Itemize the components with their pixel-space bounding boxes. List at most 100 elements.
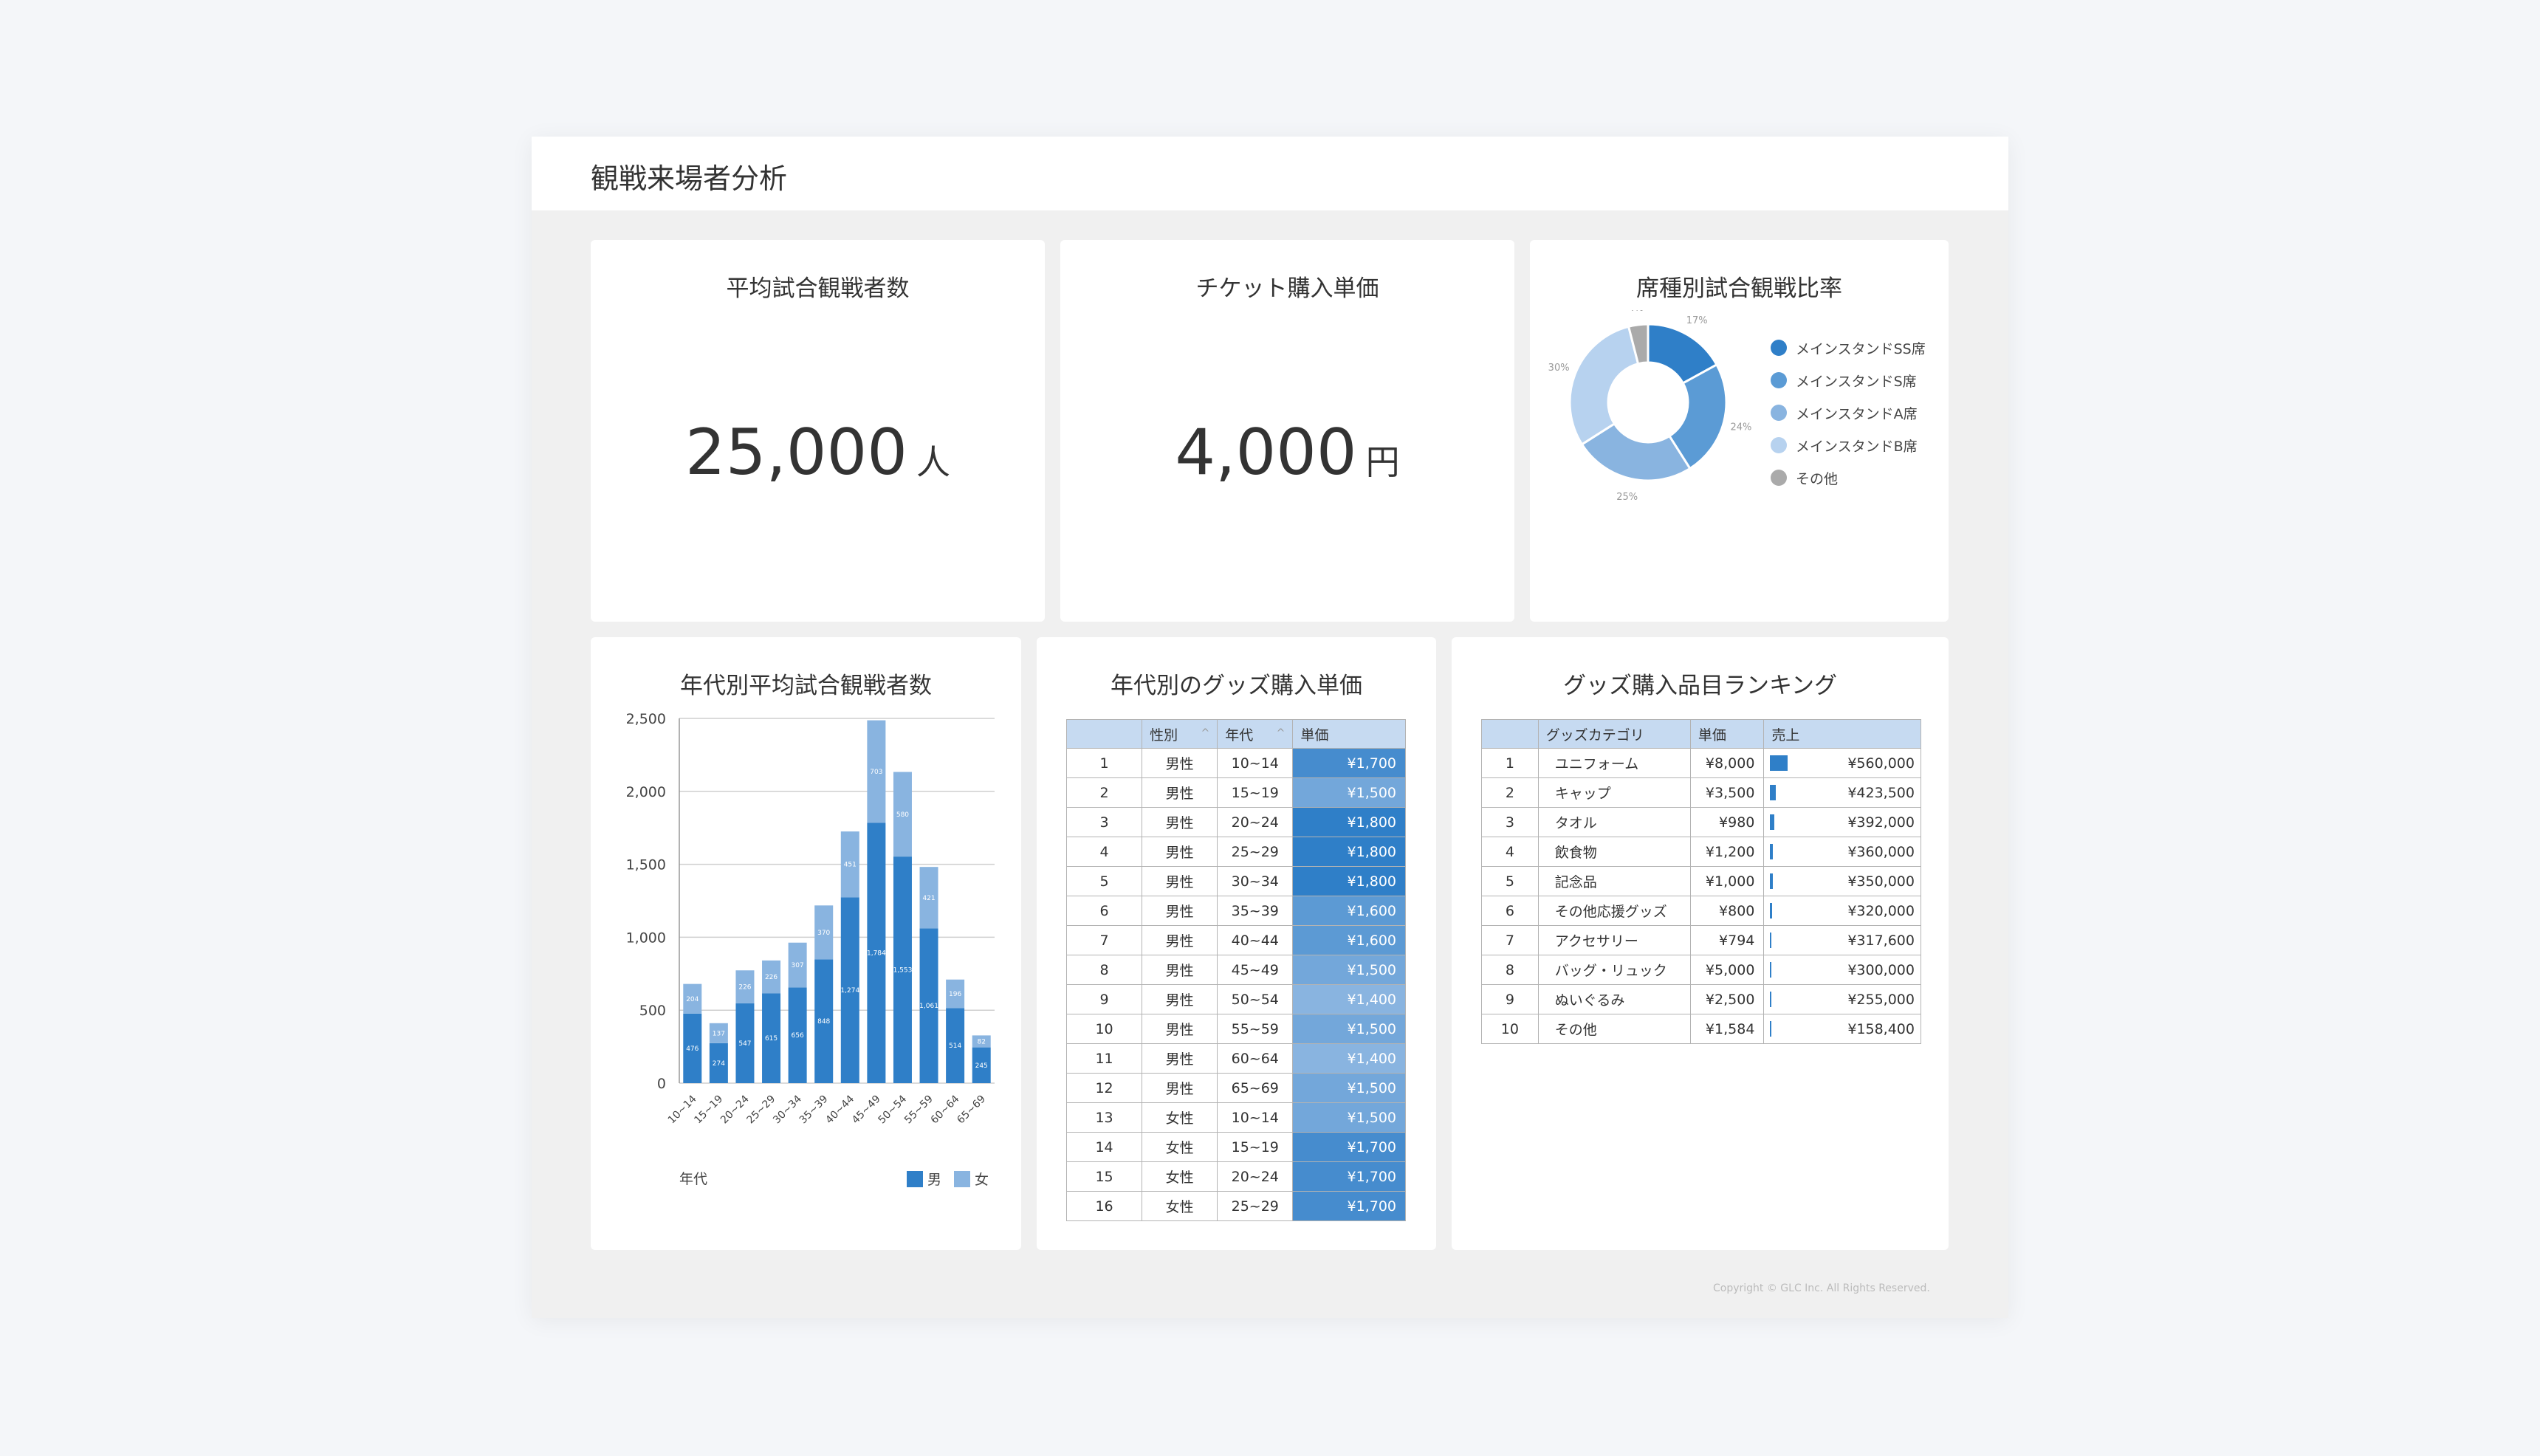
table-row[interactable]: 15 女性 20~24 ¥1,700 — [1065, 1161, 1406, 1192]
bar-value-label: 580 — [896, 811, 909, 819]
legend-item[interactable]: メインスタンドS席 — [1771, 364, 1926, 396]
table-row[interactable]: 8 バッグ・リュック ¥5,000 ¥300,000 — [1481, 955, 1921, 985]
table-row[interactable]: 8 男性 45~49 ¥1,500 — [1065, 955, 1406, 985]
donut-slice-3[interactable] — [1568, 325, 1640, 446]
category-cell: その他 — [1537, 1014, 1691, 1044]
table-row[interactable]: 2 男性 15~19 ¥1,500 — [1065, 777, 1406, 808]
table-row[interactable]: 9 ぬいぐるみ ¥2,500 ¥255,000 — [1481, 984, 1921, 1014]
donut-label: 24% — [1730, 422, 1751, 433]
table-row[interactable]: 14 女性 15~19 ¥1,700 — [1065, 1132, 1406, 1162]
x-tick-label: 30~34 — [771, 1093, 804, 1126]
kpi-value: 4,000 — [1175, 416, 1357, 490]
bar-value-label: 1,784 — [867, 950, 886, 958]
x-tick-label: 45~49 — [850, 1093, 883, 1127]
y-tick-label: 1,000 — [626, 930, 666, 946]
table-row[interactable]: 4 飲食物 ¥1,200 ¥360,000 — [1481, 837, 1921, 867]
age-cell: 15~19 — [1217, 1132, 1294, 1162]
table-row[interactable]: 6 その他応援グッズ ¥800 ¥320,000 — [1481, 896, 1921, 926]
legend-item[interactable]: メインスタンドB席 — [1771, 429, 1926, 461]
category-cell: 記念品 — [1537, 866, 1691, 896]
table-header-row: 性別 ^ 年代 ^ 単価 — [1065, 719, 1406, 749]
sales-data-bar — [1770, 962, 1772, 978]
legend-item[interactable]: メインスタンドA席 — [1771, 396, 1926, 429]
legend-item[interactable]: メインスタンドSS席 — [1771, 332, 1926, 364]
goods-by-age-card: 年代別のグッズ購入単価 性別 ^ 年代 ^ 単価 1 男性 10~14 ¥1,700 2 男性… — [1037, 637, 1436, 1250]
age-attendance-card: 年代別平均試合観戦者数 0 500 1,000 1,500 2,000 2,500 476 2… — [591, 637, 1021, 1250]
unit-price-cell: ¥1,200 — [1689, 837, 1765, 867]
sales-value: ¥320,000 — [1847, 903, 1915, 919]
rank-cell: 3 — [1481, 807, 1539, 837]
kpi-unit: 円 — [1365, 442, 1400, 482]
gender-cell: 男性 — [1142, 866, 1218, 896]
table-row[interactable]: 13 女性 10~14 ¥1,500 — [1065, 1102, 1406, 1133]
table-row[interactable]: 12 男性 65~69 ¥1,500 — [1065, 1073, 1406, 1103]
x-tick-label: 25~29 — [745, 1093, 778, 1127]
dashboard: 観戦来場者分析 平均試合観戦者数 25,000 人 チケット購入単価 4,000 円… — [532, 137, 2008, 1318]
legend-swatch — [1771, 372, 1787, 388]
table-row[interactable]: 10 男性 55~59 ¥1,500 — [1065, 1014, 1406, 1044]
table-row[interactable]: 9 男性 50~54 ¥1,400 — [1065, 984, 1406, 1014]
unit-price-cell: ¥1,400 — [1292, 984, 1406, 1014]
kpi-value-group: 4,000 円 — [1060, 416, 1514, 490]
age-cell: 35~39 — [1217, 896, 1294, 926]
table-row[interactable]: 7 男性 40~44 ¥1,600 — [1065, 925, 1406, 955]
table-row[interactable]: 5 記念品 ¥1,000 ¥350,000 — [1481, 866, 1921, 896]
table-row[interactable]: 1 男性 10~14 ¥1,700 — [1065, 748, 1406, 778]
table-row[interactable]: 5 男性 30~34 ¥1,800 — [1065, 866, 1406, 896]
bar-value-label: 1,061 — [919, 1003, 938, 1010]
legend-label[interactable]: 男 — [927, 1172, 941, 1188]
gender-cell: 女性 — [1142, 1191, 1218, 1221]
unit-price-cell: ¥1,500 — [1292, 1102, 1406, 1133]
table-row[interactable]: 6 男性 35~39 ¥1,600 — [1065, 896, 1406, 926]
bar-value-label: 370 — [817, 930, 830, 937]
age-cell: 60~64 — [1217, 1043, 1294, 1074]
unit-price-cell: ¥1,400 — [1292, 1043, 1406, 1074]
table-row[interactable]: 11 男性 60~64 ¥1,400 — [1065, 1043, 1406, 1074]
bar-value-label: 137 — [713, 1030, 725, 1037]
unit-price-cell: ¥3,500 — [1689, 777, 1765, 808]
card-title: チケット購入単価 — [1195, 275, 1379, 302]
x-tick-label: 35~39 — [797, 1093, 831, 1127]
table-row[interactable]: 3 タオル ¥980 ¥392,000 — [1481, 807, 1921, 837]
x-tick-label: 65~69 — [955, 1093, 988, 1127]
gender-cell: 男性 — [1142, 807, 1218, 837]
legend-label: メインスタンドSS席 — [1796, 340, 1926, 357]
row-index-cell: 16 — [1065, 1191, 1143, 1221]
column-header-age[interactable]: 年代 ^ — [1217, 719, 1294, 749]
gender-cell: 男性 — [1142, 984, 1218, 1014]
gender-cell: 男性 — [1142, 1073, 1218, 1103]
y-tick-label: 2,000 — [626, 784, 666, 800]
table-row[interactable]: 2 キャップ ¥3,500 ¥423,500 — [1481, 777, 1921, 808]
sales-value: ¥392,000 — [1847, 814, 1915, 831]
sales-value: ¥300,000 — [1847, 962, 1915, 978]
gender-cell: 女性 — [1142, 1102, 1218, 1133]
copyright-text: Copyright © GLC Inc. All Rights Reserved… — [1713, 1282, 1930, 1294]
gender-cell: 女性 — [1142, 1132, 1218, 1162]
sales-data-bar — [1770, 814, 1775, 830]
goods-by-age-table: 性別 ^ 年代 ^ 単価 1 男性 10~14 ¥1,700 2 男性 15~19 ¥1,500 3… — [1065, 719, 1406, 1221]
table-row[interactable]: 3 男性 20~24 ¥1,800 — [1065, 807, 1406, 837]
table-row[interactable]: 7 アクセサリー ¥794 ¥317,600 — [1481, 925, 1921, 955]
column-header-gender[interactable]: 性別 ^ — [1142, 719, 1218, 749]
y-tick-label: 0 — [657, 1076, 666, 1092]
sales-value: ¥255,000 — [1847, 992, 1915, 1008]
legend-swatch — [1771, 470, 1787, 486]
age-cell: 65~69 — [1217, 1073, 1294, 1103]
table-row[interactable]: 10 その他 ¥1,584 ¥158,400 — [1481, 1014, 1921, 1044]
kpi-value-group: 25,000 人 — [591, 416, 1045, 490]
column-header-category[interactable]: グッズカテゴリ — [1537, 719, 1691, 749]
gender-cell: 男性 — [1142, 748, 1218, 778]
legend-label[interactable]: 女 — [975, 1172, 989, 1188]
column-header-unit-price[interactable]: 単価 — [1689, 719, 1765, 749]
column-header-unit-price[interactable]: 単価 — [1292, 719, 1406, 749]
unit-price-cell: ¥2,500 — [1689, 984, 1765, 1014]
unit-price-cell: ¥1,700 — [1292, 1132, 1406, 1162]
column-header-sales[interactable]: 売上 — [1763, 719, 1921, 749]
rank-cell: 7 — [1481, 925, 1539, 955]
table-row[interactable]: 16 女性 25~29 ¥1,700 — [1065, 1191, 1406, 1221]
kpi-card-attendance: 平均試合観戦者数 25,000 人 — [591, 240, 1045, 622]
table-row[interactable]: 4 男性 25~29 ¥1,800 — [1065, 837, 1406, 867]
x-tick-label: 50~54 — [876, 1093, 909, 1126]
legend-item[interactable]: その他 — [1771, 461, 1926, 494]
table-row[interactable]: 1 ユニフォーム ¥8,000 ¥560,000 — [1481, 748, 1921, 778]
